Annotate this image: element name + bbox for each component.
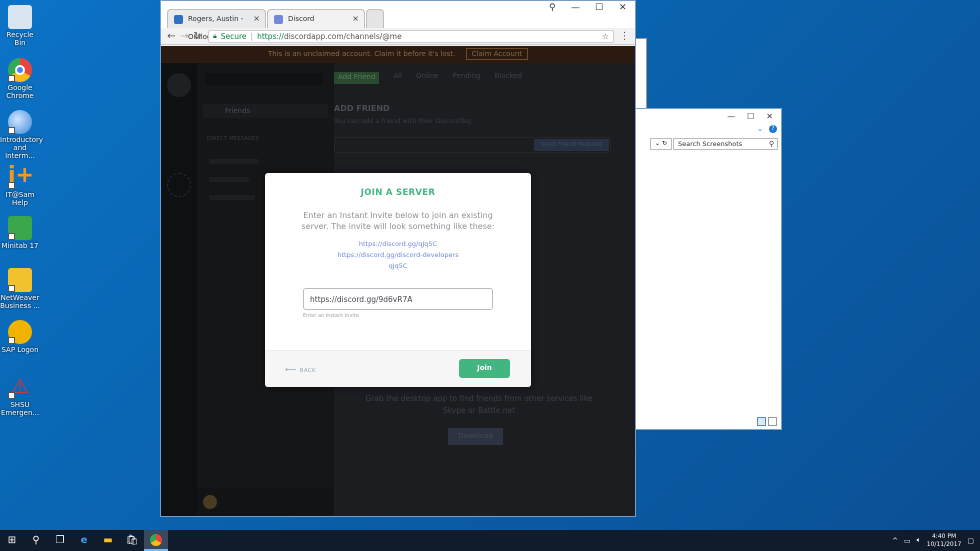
view-toggle[interactable]	[757, 417, 777, 426]
edge-icon[interactable]: e	[72, 530, 96, 551]
tab-strip: Rogers, Austin - Outlook × Discord × ⚲ —…	[161, 1, 635, 41]
help-icon[interactable]: ?	[769, 125, 777, 133]
home-icon[interactable]	[167, 73, 191, 97]
invite-input-hint: Enter an Instant Invite	[303, 313, 359, 319]
friends-tabs: Add Friend All Online Pending Blocked	[334, 72, 522, 84]
list-item	[209, 159, 259, 164]
desktop-icon-itsam-help[interactable]: i+ IT@Sam Help	[0, 163, 40, 208]
discord-icon	[274, 15, 283, 24]
chevron-down-icon[interactable]: ⌄	[757, 125, 763, 133]
invite-example: qJq5C	[388, 262, 408, 270]
toolbar: ← → ↻ 🔒︎ Secure | https://discordapp.com…	[161, 28, 635, 45]
arrow-left-icon: ⟵	[285, 365, 297, 374]
close-button[interactable]: ✕	[619, 3, 627, 13]
file-explorer-icon[interactable]: ▬	[96, 530, 120, 551]
itsam-help-icon: i+	[8, 163, 34, 189]
claim-account-button[interactable]: Claim Account	[465, 48, 529, 60]
dm-label: DIRECT MESSAGES	[207, 136, 260, 142]
explorer-maximize-button[interactable]: ☐	[747, 112, 754, 121]
avatar[interactable]	[203, 495, 217, 509]
user-panel	[197, 488, 334, 516]
chrome-icon	[150, 533, 162, 546]
chevron-up-icon[interactable]: ^	[892, 537, 898, 545]
windows-start-icon[interactable]: ⊞	[0, 530, 24, 551]
close-icon[interactable]: ×	[253, 10, 260, 28]
file-explorer-window[interactable]: — ☐ ✕ ⌄ ? ⌄ ↻ Search Screenshots ⚲	[635, 108, 782, 430]
desktop-icon-sap-logon[interactable]: SAP Logon	[0, 320, 40, 354]
chrome-icon	[8, 58, 32, 82]
back-arrow-icon[interactable]: ←	[165, 31, 178, 42]
clock[interactable]: 4:40 PM 10/11/2017	[927, 533, 962, 549]
outlook-icon	[174, 15, 183, 24]
tab-pending[interactable]: Pending	[453, 72, 481, 84]
recycle-bin-icon	[8, 5, 32, 29]
tab-all[interactable]: All	[393, 72, 402, 84]
unclaimed-account-banner: This is an unclaimed account. Claim it b…	[161, 46, 635, 63]
bookmark-star-icon[interactable]: ☆	[602, 31, 609, 42]
new-tab-button[interactable]	[366, 9, 384, 28]
explorer-refresh-button[interactable]: ⌄ ↻	[650, 138, 672, 150]
explorer-minimize-button[interactable]: —	[727, 112, 735, 121]
send-friend-request-button[interactable]: Send Friend Request	[534, 139, 609, 151]
list-item	[209, 195, 255, 200]
explorer-close-button[interactable]: ✕	[766, 112, 773, 121]
volume-icon[interactable]: 🔈︎	[917, 536, 921, 545]
system-tray: ^ ▭ 🔈︎ 4:40 PM 10/11/2017 ▢	[892, 530, 974, 551]
menu-dots-icon[interactable]: ⋮	[618, 31, 631, 42]
store-icon[interactable]: 🛍︎	[120, 530, 144, 551]
desktop-icon-netweaver[interactable]: NetWeaver Business ...	[0, 268, 40, 310]
warning-icon: ⚠	[8, 375, 32, 399]
modal-description: Enter an Instant Invite below to join an…	[301, 211, 495, 231]
address-bar[interactable]: 🔒︎ Secure | https://discordapp.com/chann…	[208, 29, 614, 43]
modal-footer: ⟵ BACK Join	[265, 350, 531, 387]
invite-example: https://discord.gg/qJq5C	[358, 240, 438, 248]
list-item	[209, 177, 249, 182]
sidebar-item-friends[interactable]: Friends	[203, 104, 328, 118]
tab-add-friend[interactable]: Add Friend	[334, 72, 380, 84]
tab-discord[interactable]: Discord ×	[267, 9, 365, 28]
search-icon[interactable]: ⚲	[24, 530, 48, 551]
join-server-modal: JOIN A SERVER Enter an Instant Invite be…	[265, 173, 531, 387]
desktop-icon-shsu-emergency[interactable]: ⚠ SHSU Emergen...	[0, 375, 40, 417]
minitab-icon	[8, 216, 32, 240]
network-icon[interactable]: ▭	[904, 537, 911, 545]
close-icon[interactable]: ×	[352, 10, 359, 28]
desktop-icon-minitab[interactable]: Minitab 17	[0, 216, 40, 250]
app-globe-icon	[8, 110, 32, 134]
join-button[interactable]: Join	[459, 359, 510, 378]
maximize-button[interactable]: ☐	[595, 3, 603, 13]
explorer-search-input[interactable]: Search Screenshots ⚲	[673, 138, 778, 150]
server-list	[161, 63, 197, 516]
modal-title: JOIN A SERVER	[360, 188, 436, 198]
sap-logon-icon	[8, 320, 32, 344]
tab-online[interactable]: Online	[416, 72, 439, 84]
chrome-taskbar-icon[interactable]	[144, 530, 168, 551]
find-conversation-input[interactable]	[205, 73, 323, 85]
task-view-icon[interactable]: ❐	[48, 530, 72, 551]
taskbar: ⊞ ⚲ ❐ e ▬ 🛍︎ ^ ▭ 🔈︎ 4:40 PM 10/11/2017 ▢	[0, 530, 980, 551]
desktop-icon-recycle-bin[interactable]: Recycle Bin	[0, 5, 40, 47]
lock-icon: 🔒︎	[213, 31, 217, 40]
download-button[interactable]: Download	[448, 428, 503, 445]
add-friend-title: ADD FRIEND	[334, 104, 390, 113]
add-friend-subtitle: You can add a friend with their DiscordT…	[334, 117, 474, 125]
notifications-icon[interactable]: ▢	[967, 537, 974, 545]
invite-example: https://discord.gg/discord-developers	[337, 251, 459, 259]
desktop-icon-introductory[interactable]: Introductory and Interm...	[0, 110, 43, 160]
invite-input[interactable]	[303, 288, 493, 310]
desktop-icon-google-chrome[interactable]: Google Chrome	[0, 58, 40, 100]
tab-blocked[interactable]: Blocked	[495, 72, 522, 84]
tab-outlook[interactable]: Rogers, Austin - Outlook ×	[167, 9, 266, 41]
back-button[interactable]: ⟵ BACK	[285, 365, 316, 374]
add-server-icon[interactable]	[167, 173, 191, 197]
details-view-icon[interactable]	[757, 417, 766, 426]
minimize-button[interactable]: —	[571, 3, 580, 13]
download-text: Grab the desktop app to find friends fro…	[365, 394, 593, 415]
search-icon: ⚲	[768, 140, 774, 148]
netweaver-icon	[8, 268, 32, 292]
profile-icon[interactable]: ⚲	[549, 3, 556, 13]
large-icons-view-icon[interactable]	[768, 417, 777, 426]
